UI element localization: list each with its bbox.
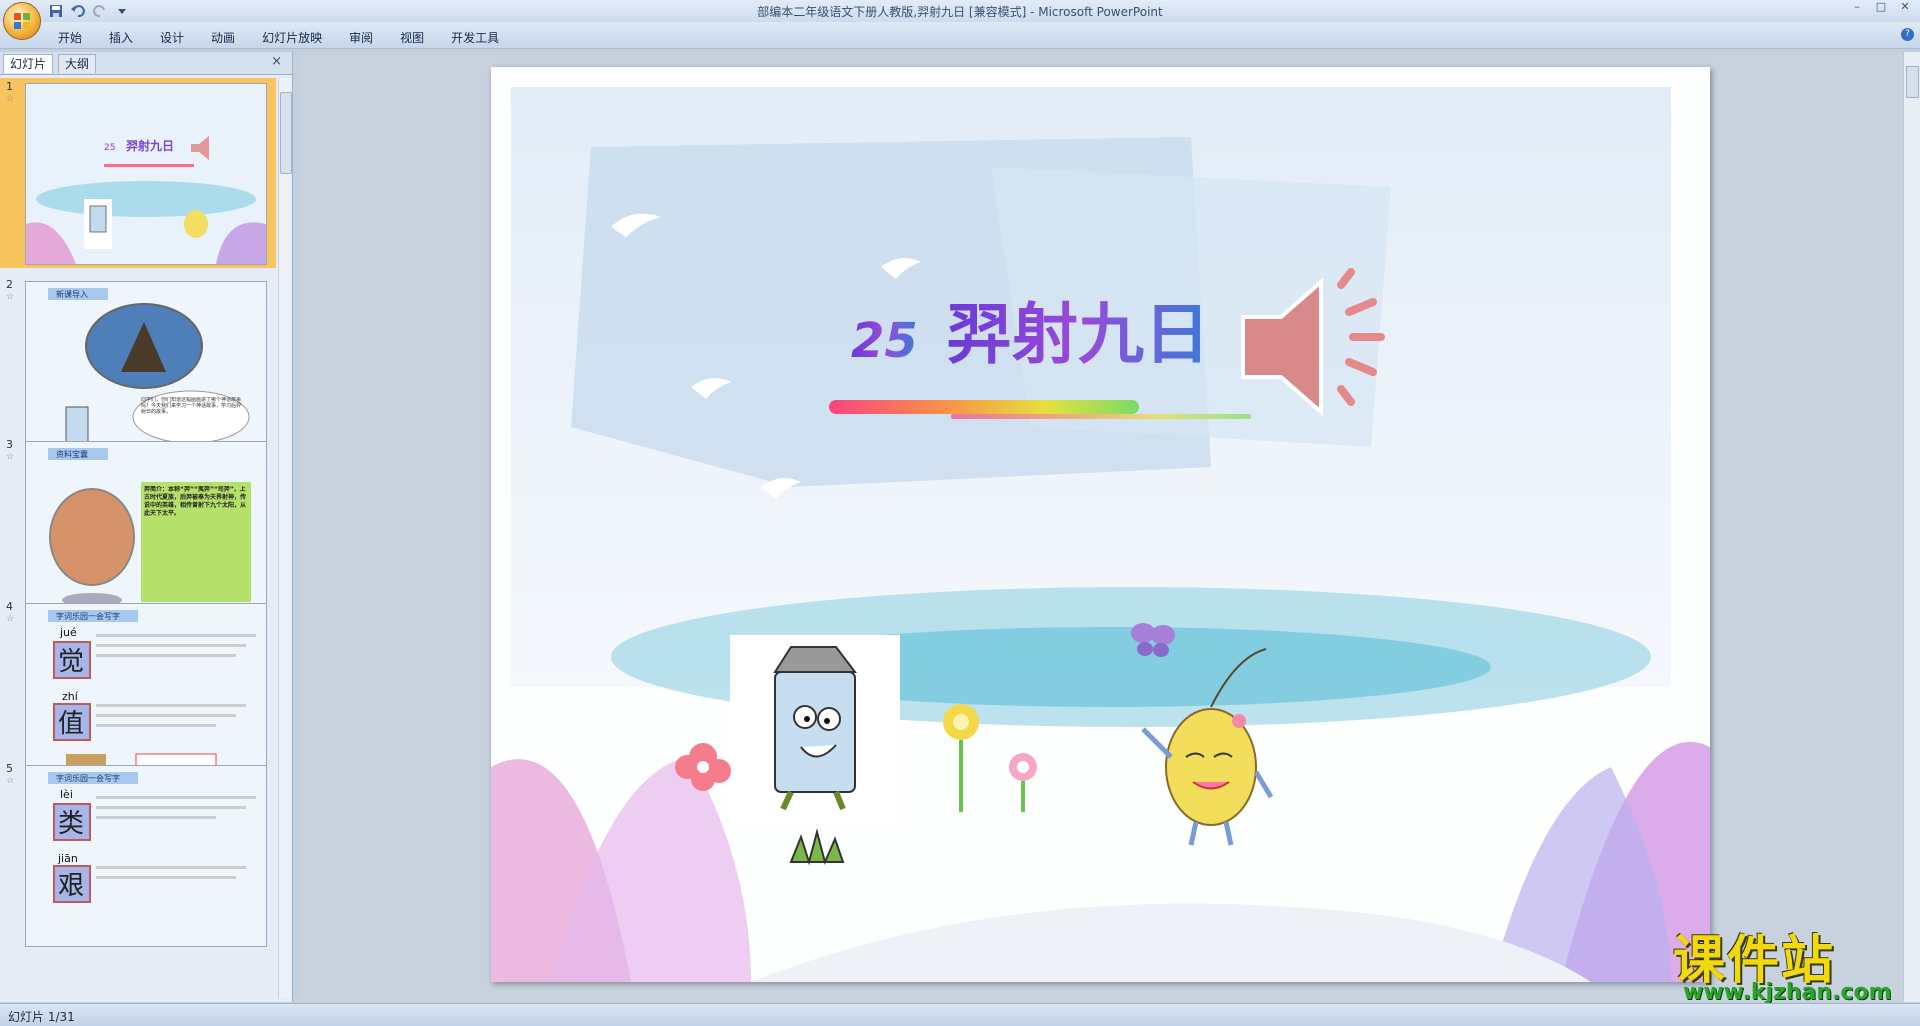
title-bar: 部编本二年级语文下册人教版,羿射九日 [兼容模式] - Microsoft Po… [0,0,1920,22]
thumb-pinyin: lèi [60,788,73,801]
slide-number: 5 [6,762,13,775]
undo-icon[interactable] [70,3,86,19]
slide-thumbnail: 字词乐园一会写字 lèi 类 jiān 艰 [25,765,267,947]
thumb-pinyin: zhí [62,690,79,703]
thumb-pinyin: jué [59,626,77,639]
thumb-title: 新课导入 [56,289,88,299]
tab-outline[interactable]: 大纲 [58,54,97,73]
thumb-character: 类 [58,809,84,839]
tab-design[interactable]: 设计 [160,29,184,46]
thumb-body-text: 同学们，你们知道这幅图画讲了哪个神话故事吗？今天我们来学习一个神话故事，学习后羿… [141,397,241,415]
thumbnail-scrollbar[interactable] [278,78,292,998]
tab-view[interactable]: 视图 [400,29,424,46]
tab-developer[interactable]: 开发工具 [451,29,499,46]
tab-slideshow[interactable]: 幻灯片放映 [262,29,322,46]
ribbon-tab-bar: 开始 插入 设计 动画 幻灯片放映 审阅 视图 开发工具 ? [0,22,1920,49]
slide-thumbnail: 字词乐园一会写字 jué 觉 zhí 值 [25,603,267,785]
thumb-title: 羿射九日 [126,138,174,153]
help-icon[interactable]: ? [1901,28,1914,41]
animation-star-icon: ☆ [6,776,15,786]
slide-number: 4 [6,600,13,613]
thumbnail-art: 字词乐园一会写字 jué 觉 zhí 值 [26,604,266,784]
slide-counter: 幻灯片 1/31 [8,1010,75,1024]
thumb-title: 资料宝囊 [56,449,88,459]
lesson-number[interactable]: 25 [851,313,918,369]
slide-number: 2 [6,278,13,291]
slide-canvas[interactable]: 25 羿射九日 [491,67,1710,982]
thumb-character: 值 [58,709,84,739]
thumbnail-item[interactable]: 1 ☆ 25 羿射九日 [0,78,276,268]
pane-close-icon[interactable]: × [271,54,282,69]
thumbnail-art: 字词乐园一会写字 lèi 类 jiān 艰 [26,766,266,946]
animation-star-icon: ☆ [6,614,15,624]
animation-star-icon: ☆ [6,292,15,302]
thumbnail-item[interactable]: 5 ☆ 字词乐园一会写字 lèi 类 jiān 艰 [0,760,276,998]
tab-review[interactable]: 审阅 [349,29,373,46]
thumb-pinyin: jiān [57,852,78,865]
pane-tabs: 幻灯片 大纲 × [0,52,292,75]
minimize-icon[interactable]: – [1846,0,1868,16]
thumbnail-art: 资料宝囊 羿简介：本称“羿”“夷羿”“司羿”，上古时代夏族，后羿被奉为天界射神，… [26,442,266,622]
status-bar: 幻灯片 1/31 [0,1003,1920,1026]
thumb-character: 艰 [58,871,84,901]
scrollbar-thumb[interactable] [280,92,292,174]
thumb-title: 字词乐园一会写字 [56,611,120,621]
redo-icon[interactable] [92,3,108,19]
window-title: 部编本二年级语文下册人教版,羿射九日 [兼容模式] - Microsoft Po… [757,5,1163,19]
close-icon[interactable]: ✕ [1894,0,1916,16]
tab-insert[interactable]: 插入 [109,29,133,46]
slides-pane: 幻灯片 大纲 × 1 ☆ 25 羿射九日 2 ☆ 新课导入 同学们，你们知道这幅… [0,52,293,1002]
thumbnail-list: 1 ☆ 25 羿射九日 2 ☆ 新课导入 同学们，你们知道这幅图画讲了哪个神话故… [0,78,276,998]
quick-access-toolbar [48,3,130,19]
thumbnail-art: 25 羿射九日 [26,84,266,264]
slide-artwork: 25 羿射九日 [491,67,1710,982]
customize-toolbar-icon[interactable] [114,3,130,19]
animation-star-icon: ☆ [6,94,15,104]
slide-number: 1 [6,80,13,93]
thumb-lesson-number: 25 [104,143,115,153]
office-logo-icon [14,13,30,29]
scrollbar-thumb[interactable] [1906,66,1919,98]
slide-thumbnail: 资料宝囊 羿简介：本称“羿”“夷羿”“司羿”，上古时代夏族，后羿被奉为天界射神，… [25,441,267,623]
window-controls: – □ ✕ [1846,0,1916,16]
slide-thumbnail: 25 羿射九日 [25,83,267,265]
thumb-body-text: 羿简介：本称“羿”“夷羿”“司羿”，上古时代夏族，后羿被奉为天界射神，传说中的英… [144,486,247,517]
slide-number: 3 [6,438,13,451]
book-character-image[interactable] [730,635,900,823]
animation-star-icon: ☆ [6,452,15,462]
save-icon[interactable] [48,3,64,19]
slide-title[interactable]: 羿射九日 [946,296,1210,373]
thumbnail-art: 新课导入 同学们，你们知道这幅图画讲了哪个神话故事吗？今天我们来学习一个神话故事… [26,282,266,462]
thumb-title: 字词乐园一会写字 [56,773,120,783]
watermark-logo: 课件站 www.kjzhan.com [1665,918,1920,1008]
slide-scrollbar[interactable] [1903,52,1920,1002]
tab-slides[interactable]: 幻灯片 [3,54,54,73]
thumb-character: 觉 [58,647,84,677]
tab-home[interactable]: 开始 [58,29,82,46]
office-button[interactable] [3,2,41,40]
watermark-url: www.kjzhan.com [1683,980,1892,1005]
maximize-icon[interactable]: □ [1870,0,1892,16]
tab-animations[interactable]: 动画 [211,29,235,46]
